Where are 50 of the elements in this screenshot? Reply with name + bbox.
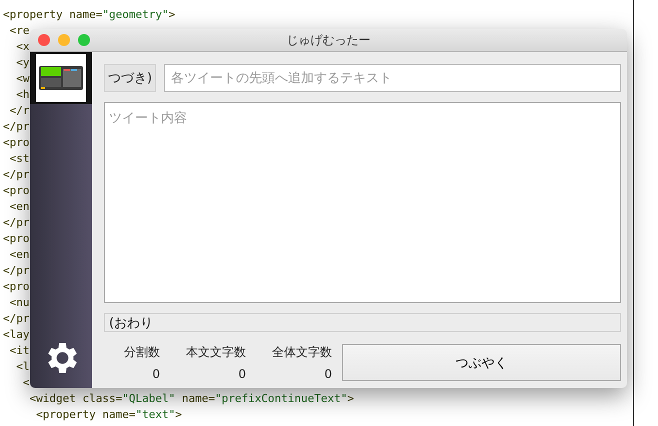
code-text: <: [22, 376, 30, 389]
stat-label: 本文文字数: [186, 344, 246, 361]
code-text: <l: [15, 360, 30, 373]
minimize-icon[interactable]: [58, 34, 70, 46]
code-text: <pro: [3, 184, 30, 197]
code-text: >: [347, 392, 354, 405]
code-text: <pro: [3, 280, 30, 293]
code-text: <pro: [3, 136, 30, 149]
code-text: name=: [180, 392, 215, 405]
code-text: >: [175, 408, 182, 421]
code-text: <re: [8, 24, 30, 37]
code-text: <y: [15, 56, 30, 69]
handheld-device-icon: [36, 54, 86, 102]
code-text: <nu: [8, 296, 30, 309]
code-text: "QLabel": [122, 392, 176, 405]
code-text: <x: [15, 40, 30, 53]
code-text: "prefixContinueText": [214, 392, 348, 405]
code-text: <it: [8, 344, 30, 357]
code-text: </pr: [3, 264, 30, 277]
code-text: <w: [15, 72, 30, 85]
code-text: <h: [15, 88, 30, 101]
code-text: </pr: [3, 120, 30, 133]
code-text: </pr: [3, 216, 30, 229]
window-title: じゅげむったー: [286, 32, 370, 48]
code-text: <pro: [3, 232, 30, 245]
tweet-field[interactable]: ツイート内容: [104, 102, 621, 303]
code-text: "geometry": [102, 8, 169, 21]
stat-label: 全体文字数: [272, 344, 332, 361]
stat-label: 分割数: [124, 344, 160, 361]
code-text: <lay: [3, 328, 30, 341]
suffix-field[interactable]: (おわり: [104, 313, 621, 332]
code-text: "text": [135, 408, 176, 421]
continue-button[interactable]: つづき): [104, 64, 156, 92]
code-text: </r: [8, 104, 30, 117]
code-text: </pr: [3, 312, 30, 325]
code-text: <property name=: [35, 408, 136, 421]
code-text: <en: [8, 200, 30, 213]
code-text: <st: [8, 152, 30, 165]
stat-value: 0: [238, 367, 246, 381]
stat-value: 0: [152, 367, 160, 381]
close-icon[interactable]: [38, 34, 50, 46]
code-text: </pr: [3, 168, 30, 181]
code-text: <en: [8, 248, 30, 261]
prefix-field[interactable]: 各ツイートの先頭へ追加するテキスト: [164, 64, 621, 92]
code-text: >: [168, 8, 176, 21]
zoom-icon[interactable]: [78, 34, 90, 46]
code-text: <property name=: [3, 8, 102, 21]
stat-value: 0: [324, 367, 332, 381]
tweet-button[interactable]: つぶやく: [342, 344, 621, 381]
code-text: <widget class=: [28, 392, 122, 405]
